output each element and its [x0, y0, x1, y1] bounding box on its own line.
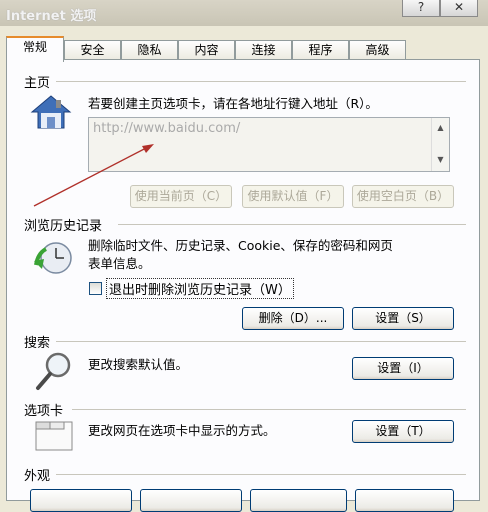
home-icon: [30, 95, 72, 129]
history-settings-button[interactable]: 设置（S）: [352, 307, 454, 330]
appearance-button-3[interactable]: [250, 489, 347, 512]
history-divider: [118, 224, 466, 225]
tab-privacy[interactable]: 隐私: [121, 40, 178, 60]
close-button[interactable]: ✕: [440, 0, 478, 17]
help-button[interactable]: ?: [402, 0, 440, 17]
tab-connections[interactable]: 连接: [235, 40, 292, 60]
tab-general[interactable]: 常规: [6, 36, 64, 62]
homepage-divider: [56, 81, 466, 82]
history-section-label: 浏览历史记录: [24, 219, 103, 234]
homepage-section-label: 主页: [24, 76, 51, 91]
history-description-line1: 删除临时文件、历史记录、Cookie、保存的密码和网页: [88, 238, 393, 253]
scroll-up-icon[interactable]: ▲: [433, 120, 448, 136]
title-bar: Internet 选项 ? ✕: [0, 0, 488, 26]
tab-programs[interactable]: 程序: [292, 40, 349, 60]
appearance-button-2[interactable]: [140, 489, 242, 512]
appearance-button-4[interactable]: [355, 489, 454, 512]
use-current-page-button[interactable]: 使用当前页（C）: [130, 185, 232, 208]
tab-content[interactable]: 内容: [178, 40, 235, 60]
use-blank-button[interactable]: 使用空白页（B）: [352, 185, 454, 208]
tab-security[interactable]: 安全: [64, 40, 121, 60]
appearance-button-1[interactable]: [30, 489, 132, 512]
history-description-line2: 表单信息。: [88, 256, 151, 271]
appearance-section-label: 外观: [24, 469, 51, 484]
window-title: Internet 选项: [6, 9, 97, 24]
homepage-instruction: 若要创建主页选项卡，请在各地址行键入地址（R）。: [88, 96, 378, 111]
tabs-divider: [72, 409, 466, 410]
delete-on-exit-label[interactable]: 退出时删除浏览历史记录（W）: [106, 278, 294, 299]
appearance-divider: [56, 474, 466, 475]
search-settings-button[interactable]: 设置（I）: [352, 357, 454, 380]
tabs-icon: [35, 421, 73, 451]
url-scrollbar[interactable]: ▲ ▼: [431, 118, 449, 171]
search-section-label: 搜索: [24, 336, 51, 351]
homepage-url-value: http://www.baidu.com/: [93, 121, 241, 136]
tabs-section-label: 选项卡: [24, 404, 64, 419]
history-clock-icon: [34, 242, 72, 274]
tab-advanced[interactable]: 高级: [349, 40, 406, 60]
delete-history-button[interactable]: 删除（D）...: [242, 307, 344, 330]
search-icon: [36, 352, 71, 390]
tabs-description: 更改网页在选项卡中显示的方式。: [88, 423, 276, 438]
tabs-settings-button[interactable]: 设置（T）: [352, 420, 454, 443]
search-divider: [56, 341, 466, 342]
scroll-down-icon[interactable]: ▼: [433, 152, 448, 168]
search-description: 更改搜索默认值。: [88, 357, 189, 372]
delete-on-exit-checkbox[interactable]: [89, 282, 102, 295]
use-default-button[interactable]: 使用默认值（F）: [242, 185, 344, 208]
tab-strip: 常规 安全 隐私 内容 连接 程序 高级: [6, 36, 476, 62]
